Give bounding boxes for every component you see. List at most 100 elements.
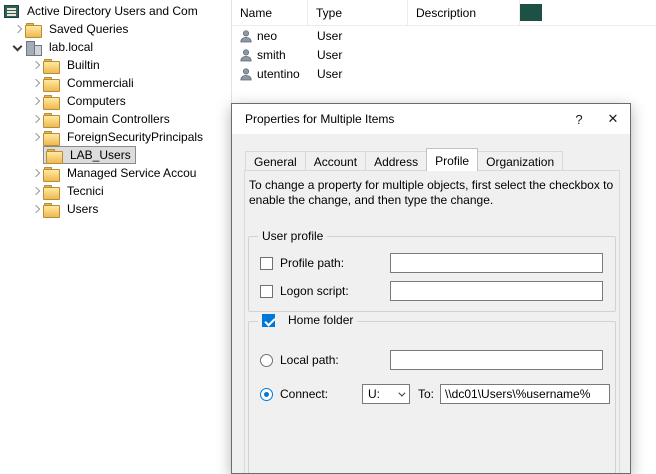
logon-script-checkbox[interactable] bbox=[260, 285, 273, 298]
tab-organization[interactable]: Organization bbox=[477, 151, 563, 171]
help-button[interactable]: ? bbox=[562, 104, 596, 134]
folder-icon bbox=[43, 95, 59, 108]
tree-item-label: Domain Controllers bbox=[64, 111, 173, 127]
column-header-description[interactable]: Description bbox=[408, 0, 520, 25]
tree-item-label: Commerciali bbox=[64, 75, 137, 91]
logon-script-row: Logon script: bbox=[260, 281, 608, 301]
tree-item-label: Builtin bbox=[64, 57, 103, 73]
home-folder-label: Home folder bbox=[288, 313, 353, 327]
home-folder-group: Home folder Local path: Connect: U: To: bbox=[248, 321, 616, 474]
expand-icon[interactable] bbox=[28, 58, 43, 73]
folder-icon bbox=[25, 23, 41, 36]
tree-item-computers[interactable]: Computers bbox=[0, 92, 231, 110]
cell-name-text: smith bbox=[257, 48, 286, 62]
expand-icon[interactable] bbox=[28, 166, 43, 181]
tree-item-managed-service-accounts[interactable]: Managed Service Accou bbox=[0, 164, 231, 182]
tab-address[interactable]: Address bbox=[365, 151, 427, 171]
chevron-down-icon bbox=[398, 389, 405, 396]
list-item-smith[interactable]: smith User bbox=[232, 45, 656, 64]
local-path-radio[interactable] bbox=[260, 354, 273, 367]
folder-icon bbox=[43, 113, 59, 126]
tree-item-label: Saved Queries bbox=[46, 21, 131, 37]
selected-tree-item[interactable]: LAB_Users bbox=[43, 146, 136, 164]
folder-icon bbox=[43, 185, 59, 198]
expand-icon[interactable] bbox=[10, 22, 25, 37]
tree-item-lab-local[interactable]: lab.local bbox=[0, 38, 231, 56]
list-header: Name Type Description bbox=[232, 0, 656, 26]
tree-item-saved-queries[interactable]: Saved Queries bbox=[0, 20, 231, 38]
tree-item-label: LAB_Users bbox=[67, 147, 134, 163]
folder-icon bbox=[43, 203, 59, 216]
expand-icon[interactable] bbox=[28, 184, 43, 199]
list-item-neo[interactable]: neo User bbox=[232, 26, 656, 45]
tab-strip: General Account Address Profile Organiza… bbox=[245, 148, 562, 171]
expand-spacer bbox=[28, 148, 43, 163]
logon-script-input[interactable] bbox=[390, 281, 603, 301]
logon-script-label: Logon script: bbox=[280, 284, 349, 298]
local-path-row: Local path: bbox=[260, 350, 608, 370]
cell-name-text: utentino bbox=[257, 67, 300, 81]
local-path-label: Local path: bbox=[280, 353, 339, 367]
console-tree-panel: Active Directory Users and Com Saved Que… bbox=[0, 0, 231, 474]
cell-type-text: User bbox=[308, 48, 408, 62]
folder-icon bbox=[43, 59, 59, 72]
cell-type-text: User bbox=[308, 67, 408, 81]
tree-item-builtin[interactable]: Builtin bbox=[0, 56, 231, 74]
user-profile-group-label: User profile bbox=[258, 229, 327, 243]
tree-item-label: Tecnici bbox=[64, 183, 107, 199]
properties-dialog: Properties for Multiple Items ? ✕ Genera… bbox=[231, 103, 631, 474]
folder-icon bbox=[43, 131, 59, 144]
expand-icon[interactable] bbox=[28, 76, 43, 91]
folder-icon bbox=[46, 149, 62, 162]
tab-account[interactable]: Account bbox=[305, 151, 366, 171]
user-profile-group: User profile Profile path: Logon script: bbox=[248, 236, 616, 312]
user-icon bbox=[239, 29, 253, 43]
tree-item-root[interactable]: Active Directory Users and Com bbox=[0, 2, 231, 20]
drive-letter-select[interactable]: U: bbox=[362, 384, 410, 404]
connect-label: Connect: bbox=[280, 387, 328, 401]
cell-type-text: User bbox=[308, 29, 408, 43]
connect-row: Connect: U: To: bbox=[260, 384, 608, 404]
user-icon bbox=[239, 48, 253, 62]
to-label: To: bbox=[418, 387, 434, 401]
profile-path-input[interactable] bbox=[390, 253, 603, 273]
dialog-title: Properties for Multiple Items bbox=[245, 112, 394, 126]
expand-icon[interactable] bbox=[28, 202, 43, 217]
profile-path-checkbox[interactable] bbox=[260, 257, 273, 270]
column-header-type[interactable]: Type bbox=[308, 0, 408, 25]
tree-item-domain-controllers[interactable]: Domain Controllers bbox=[0, 110, 231, 128]
tree-item-label: Users bbox=[64, 201, 101, 217]
tree-item-users[interactable]: Users bbox=[0, 200, 231, 218]
user-icon bbox=[239, 67, 253, 81]
dialog-description: To change a property for multiple object… bbox=[249, 178, 615, 208]
domain-icon bbox=[25, 41, 41, 54]
column-header-name[interactable]: Name bbox=[232, 0, 308, 25]
tree-item-label: Managed Service Accou bbox=[64, 165, 199, 181]
folder-icon bbox=[43, 77, 59, 90]
profile-path-row: Profile path: bbox=[260, 253, 608, 273]
tree-item-label: Computers bbox=[64, 93, 129, 109]
local-path-input[interactable] bbox=[390, 350, 603, 370]
close-button[interactable]: ✕ bbox=[596, 104, 630, 134]
tree-item-label: Active Directory Users and Com bbox=[24, 3, 201, 19]
tree-item-lab-users[interactable]: LAB_Users bbox=[0, 146, 231, 164]
connect-radio[interactable] bbox=[260, 388, 273, 401]
expand-icon[interactable] bbox=[28, 112, 43, 127]
dialog-titlebar[interactable]: Properties for Multiple Items ? ✕ bbox=[232, 104, 630, 134]
tree-item-tecnici[interactable]: Tecnici bbox=[0, 182, 231, 200]
tab-general[interactable]: General bbox=[245, 151, 306, 171]
drive-letter-value: U: bbox=[368, 387, 380, 401]
tree-item-foreign-security-principals[interactable]: ForeignSecurityPrincipals bbox=[0, 128, 231, 146]
home-folder-checkbox[interactable] bbox=[262, 314, 275, 327]
tab-profile[interactable]: Profile bbox=[426, 148, 478, 171]
home-folder-legend: Home folder bbox=[258, 313, 357, 327]
home-folder-path-input[interactable] bbox=[440, 384, 610, 404]
collapse-icon[interactable] bbox=[10, 40, 25, 55]
tree-item-label: lab.local bbox=[46, 39, 96, 55]
tree-item-commerciali[interactable]: Commerciali bbox=[0, 74, 231, 92]
tree-item-label: ForeignSecurityPrincipals bbox=[64, 129, 206, 145]
expand-icon[interactable] bbox=[28, 130, 43, 145]
expand-icon[interactable] bbox=[28, 94, 43, 109]
list-item-utentino[interactable]: utentino User bbox=[232, 64, 656, 83]
aduc-window: Active Directory Users and Com Saved Que… bbox=[0, 0, 656, 474]
